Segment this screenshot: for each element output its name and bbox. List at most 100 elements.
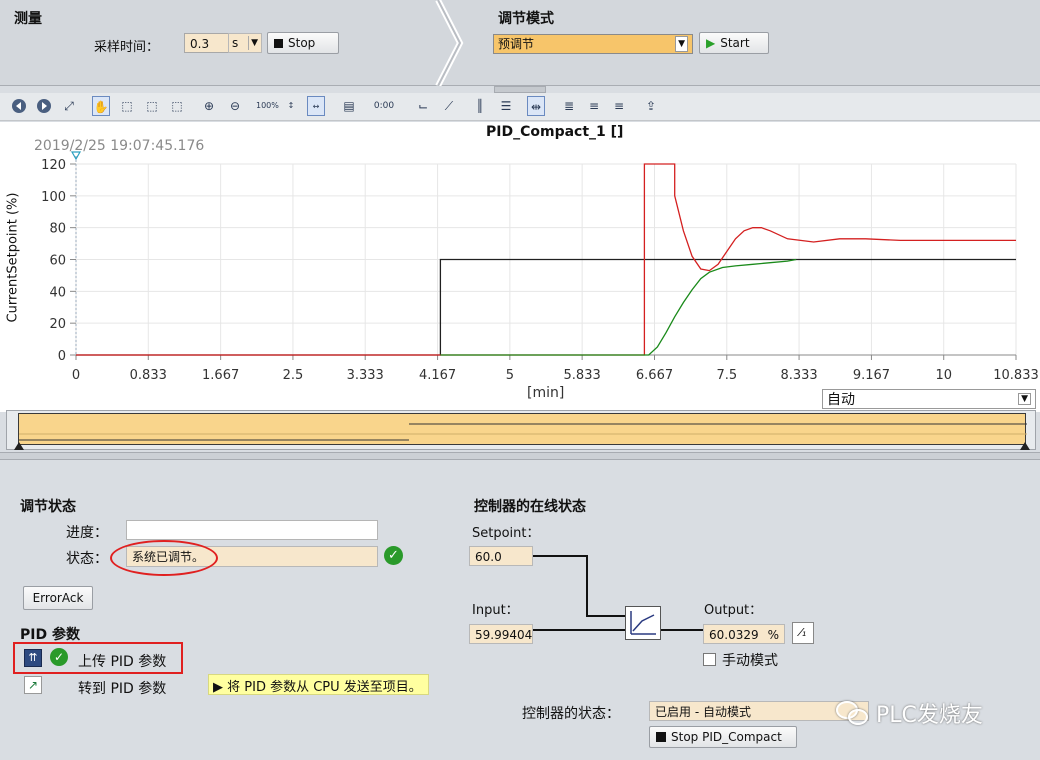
tuning-mode-select[interactable]: 预调节 ▼ — [493, 34, 693, 54]
series-line-2 — [440, 258, 797, 356]
tuning-mode-title: 调节模式 — [498, 11, 554, 27]
setpoint-field: 60.0 — [469, 546, 533, 566]
status-highlight-ellipse — [110, 540, 218, 576]
controller-block-diagram — [533, 555, 705, 631]
split-horizontal-icon[interactable]: ☰ — [497, 96, 515, 116]
x-tick-label: 10 — [935, 368, 952, 383]
input-value: 59.99404 — [475, 628, 533, 642]
x-tick-label: 6.667 — [636, 368, 673, 383]
cursor-icon[interactable]: ⇹ — [527, 96, 545, 116]
y-tick-label: 120 — [41, 158, 66, 173]
error-ack-label: ErrorAck — [32, 591, 84, 605]
chart-title: PID_Compact_1 [] — [486, 124, 624, 140]
y-tick-label: 40 — [49, 285, 66, 300]
overview-left-handle[interactable] — [14, 442, 24, 450]
output-field: 60.0329% — [703, 624, 785, 644]
legend-list-icon[interactable]: ≣ — [560, 96, 578, 116]
sample-time-value: 0.3 — [190, 37, 210, 51]
tuning-start-button[interactable]: ▶ Start — [699, 32, 769, 54]
x-tick-label: 0 — [72, 368, 80, 383]
top-splitter-handle[interactable] — [494, 86, 546, 93]
line-diagonal-icon[interactable]: ⟋ — [440, 96, 458, 116]
output-label: Output： — [704, 603, 763, 618]
controller-state-value: 已启用 - 自动模式 — [655, 705, 751, 719]
stop-square-icon — [656, 732, 666, 742]
manual-mode-checkbox[interactable] — [703, 653, 716, 666]
watermark: PLC发烧友 — [836, 697, 983, 729]
tuning-status-title: 调节状态 — [20, 499, 76, 515]
zoom-in-icon[interactable]: ⊕ — [200, 96, 218, 116]
stop-button-label: Stop — [288, 36, 316, 50]
pid-tooltip-text: 将 PID 参数从 CPU 发送至项目。 — [227, 680, 422, 695]
line-icon[interactable]: ⌙ — [414, 96, 432, 116]
overview-right-handle[interactable] — [1020, 442, 1030, 450]
tuning-mode-value: 预调节 — [498, 37, 535, 51]
export-icon[interactable]: ⇪ — [642, 96, 660, 116]
goto-arrow-icon[interactable]: ↗ — [24, 676, 42, 694]
output-unit: % — [767, 628, 779, 642]
x-tick-label: 9.167 — [853, 368, 890, 383]
chart-ylabel: CurrentSetpoint (%) — [5, 192, 21, 323]
chart-xlabel: [min] — [527, 385, 565, 401]
zoom-area-icon[interactable]: ⬚ — [118, 96, 136, 116]
zoom-x-icon[interactable]: ⬚ — [143, 96, 161, 116]
input-field: 59.99404 — [469, 624, 533, 644]
y-tick-label: 0 — [58, 349, 66, 364]
zoom-100-icon[interactable]: 100% — [256, 96, 279, 116]
chevron-down-icon: ▼ — [1018, 393, 1031, 405]
x-tick-label: 2.5 — [283, 368, 304, 383]
chart-area-icon[interactable]: ▤ — [340, 96, 358, 116]
split-vertical-icon[interactable]: ║ — [471, 96, 489, 116]
upload-pid-params-link[interactable]: 上传 PID 参数 — [78, 651, 166, 671]
manual-mode-label: 手动模式 — [722, 653, 778, 669]
axis-mode-select[interactable]: 自动 ▼ — [822, 389, 1036, 409]
error-ack-button[interactable]: ErrorAck — [23, 586, 93, 610]
x-tick-label: 7.5 — [716, 368, 737, 383]
forward-icon[interactable] — [35, 96, 53, 116]
cursor-marker-icon — [70, 151, 82, 161]
measure-stop-button[interactable]: Stop — [267, 32, 339, 54]
start-play-icon: ▶ — [706, 36, 716, 50]
sample-unit-value: s — [232, 36, 239, 50]
zoom-out-icon[interactable]: ⊖ — [226, 96, 244, 116]
fit-icon[interactable]: ⤢ — [60, 96, 78, 116]
sample-unit-select[interactable]: s ▼ — [228, 33, 262, 53]
chevron-down-icon: ▼ — [675, 36, 688, 52]
zoom-y-icon[interactable]: ⬚ — [168, 96, 186, 116]
start-button-label: Start — [720, 36, 750, 50]
online-status-title: 控制器的在线状态 — [474, 499, 586, 515]
stop-pid-label: Stop PID_Compact — [671, 730, 782, 744]
align-left-icon[interactable]: ≡ — [585, 96, 603, 116]
progress-bar — [126, 520, 378, 540]
stop-pid-compact-button[interactable]: Stop PID_Compact — [649, 726, 797, 748]
back-icon[interactable] — [10, 96, 28, 116]
status-label: 状态： — [66, 551, 108, 567]
x-tick-label: 4.167 — [419, 368, 456, 383]
section-chevron — [435, 0, 464, 86]
progress-label: 进度： — [66, 525, 108, 541]
sample-time-label: 采样时间： — [94, 40, 160, 55]
upload-icon[interactable]: ⇈ — [24, 649, 42, 667]
x-tick-label: 8.333 — [780, 368, 817, 383]
zoom-y-100-icon[interactable]: ↕ — [282, 96, 300, 116]
goto-pid-params-link[interactable]: 转到 PID 参数 — [78, 678, 166, 698]
y-tick-label: 100 — [41, 190, 66, 205]
pan-hand-icon[interactable]: ✋ — [92, 96, 110, 116]
pid-tooltip: ▶ 将 PID 参数从 CPU 发送至项目。 — [208, 674, 429, 695]
trend-chart: 0 0.833 1.667 2.5 3.333 4.167 5 5.833 6.667 7.5 8.… — [41, 151, 1039, 383]
x-tick-label: 5.833 — [564, 368, 601, 383]
status-ok-icon: ✓ — [384, 546, 403, 565]
manual-output-icon[interactable]: ⁄₁ — [792, 622, 814, 644]
chevron-down-icon: ▼ — [248, 36, 258, 50]
y-tick-label: 20 — [49, 317, 66, 332]
x-tick-label: 1.667 — [202, 368, 239, 383]
wechat-logo-icon — [836, 699, 870, 727]
stop-square-icon — [274, 38, 283, 48]
overview-range[interactable] — [18, 413, 1027, 445]
upload-ok-icon: ✓ — [50, 648, 68, 666]
align-right-icon[interactable]: ≡ — [610, 96, 628, 116]
zoom-x-100-icon[interactable]: ↔ — [307, 96, 325, 116]
time-axis-icon[interactable]: 0:00 — [370, 96, 398, 116]
mid-splitter[interactable] — [0, 452, 1040, 460]
y-tick-label: 60 — [49, 254, 66, 269]
